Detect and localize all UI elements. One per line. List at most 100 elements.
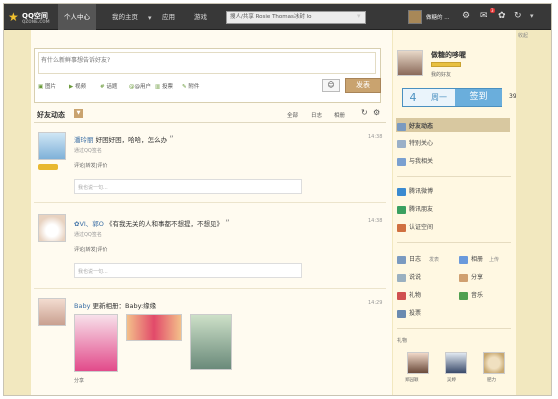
divider <box>397 328 511 329</box>
comment-input[interactable]: 我也说一句... <box>74 179 302 194</box>
post-avatar[interactable] <box>38 214 66 242</box>
top-navigation-bar: ★ QQ空间 QZONE.COM 个人中心 我的主页 ▾ 应用 游戏 搜人/共享… <box>4 4 551 30</box>
post-time: 14:29 <box>368 300 383 306</box>
topic-icon: # <box>100 84 105 90</box>
nav-apps[interactable]: 应用 <box>156 4 181 30</box>
settings-icon[interactable]: ⚙ <box>462 11 470 21</box>
gift-friend-name[interactable]: 郑园颖 <box>405 377 419 383</box>
post-author[interactable]: 潘玲丽 <box>74 136 94 144</box>
post-source: 通过QQ签名 <box>74 232 102 238</box>
post-avatar[interactable] <box>38 132 66 160</box>
post-source: 通过QQ签名 <box>74 148 102 154</box>
refresh-icon[interactable]: ↻ <box>514 11 522 21</box>
publish-button[interactable]: 发表 <box>345 78 381 93</box>
tool-topic[interactable]: # 话题 <box>100 82 117 90</box>
gift-icon <box>397 291 406 300</box>
care-icon <box>397 139 406 148</box>
my-friends-link[interactable]: 我的好友 <box>431 71 451 78</box>
post-share[interactable]: 分享 <box>74 377 84 384</box>
tool-video[interactable]: ▶ 视频 <box>69 82 86 90</box>
calendar-day: 4 <box>409 91 417 104</box>
gift-friend-avatar[interactable] <box>483 352 505 374</box>
verified-icon <box>397 223 406 232</box>
menu-special-care[interactable]: 特别关心 <box>397 138 433 148</box>
top-user-name[interactable]: 做糖的 ... <box>426 13 450 21</box>
user-avatar-small[interactable] <box>408 10 422 24</box>
album-icon <box>459 255 468 264</box>
app-blog[interactable]: 日志 发表 <box>397 254 439 264</box>
nav-personal-center[interactable]: 个人中心 <box>58 4 96 30</box>
gift-friend-name[interactable]: 吴婷 <box>447 377 456 383</box>
filter-album[interactable]: 相册 <box>334 111 345 119</box>
profile-name[interactable]: 做糖的哆喔 <box>431 50 466 60</box>
search-dropdown-icon[interactable]: ▾ <box>357 12 361 20</box>
emoticon-button[interactable]: ☺ <box>322 79 340 92</box>
status-input[interactable] <box>38 52 376 74</box>
app-share[interactable]: 分享 <box>459 272 483 282</box>
collapse-button[interactable]: 收起 <box>518 32 528 39</box>
gift-friend-name[interactable]: 肥力 <box>487 377 496 383</box>
filter-blog[interactable]: 日志 <box>311 111 322 119</box>
tool-vote[interactable]: ▥ 投票 <box>155 82 173 90</box>
qzone-logo[interactable]: ★ QQ空间 QZONE.COM <box>8 10 56 26</box>
app-album[interactable]: 相册 上传 <box>459 254 499 264</box>
weibo-icon <box>397 187 406 196</box>
post-time: 14:38 <box>368 134 383 140</box>
video-icon: ▶ <box>69 84 74 90</box>
app-shuoshuo[interactable]: 说说 <box>397 272 421 282</box>
menu-friend-feed[interactable]: 好友动态 <box>396 118 510 132</box>
feed-settings-icon[interactable]: ⚙ <box>373 108 380 117</box>
mail-count-badge: 3 <box>490 8 495 13</box>
nav-my-homepage[interactable]: 我的主页 <box>106 4 144 30</box>
side-strip: 收起 <box>516 30 551 395</box>
photo-icon: ▣ <box>38 84 44 90</box>
publish-box <box>34 48 381 103</box>
divider <box>34 122 386 123</box>
tool-photo[interactable]: ▣ 图片 <box>38 82 56 90</box>
friends-icon <box>397 205 406 214</box>
mail-icon[interactable]: ✉ <box>480 11 488 21</box>
gifts-title: 礼物 <box>397 338 408 344</box>
album-photo[interactable] <box>74 314 118 372</box>
comment-input[interactable]: 我也说一句... <box>74 263 302 278</box>
search-input[interactable]: 搜人/共享 Rosie Thomas冰封 lo <box>226 11 366 24</box>
post-actions[interactable]: 评论|转发|评价 <box>74 162 107 169</box>
more-dropdown-icon[interactable]: ▾ <box>530 12 534 20</box>
profile-avatar[interactable] <box>397 50 423 76</box>
share-icon <box>459 273 468 282</box>
post-avatar[interactable] <box>38 298 66 326</box>
feed-filter-dropdown-icon[interactable]: ▼ <box>74 109 83 118</box>
tool-attachment[interactable]: ✎ 附件 <box>182 82 199 90</box>
apps-icon[interactable]: ✿ <box>498 11 506 21</box>
post-author[interactable]: Baby <box>74 302 90 310</box>
gift-friend-avatar[interactable] <box>445 352 467 374</box>
menu-related[interactable]: 与我相关 <box>397 156 433 166</box>
post-text: 潘玲丽 好困好困，哈哈，怎么办 ” <box>74 135 174 145</box>
post-actions[interactable]: 评论|转发|评价 <box>74 246 107 253</box>
feed-refresh-icon[interactable]: ↻ <box>361 108 368 117</box>
divider <box>34 288 386 289</box>
sign-in-calendar: 4 周一 签到 <box>402 88 502 107</box>
filter-all[interactable]: 全部 <box>287 111 298 119</box>
homepage-dropdown-icon[interactable]: ▾ <box>148 14 152 22</box>
nav-games[interactable]: 游戏 <box>188 4 213 30</box>
music-icon <box>459 291 468 300</box>
album-photo[interactable] <box>190 314 232 370</box>
menu-tencent-friends[interactable]: 腾讯朋友 <box>397 204 433 214</box>
gift-friend-avatar[interactable] <box>407 352 429 374</box>
tool-mention[interactable]: @@用户 <box>129 82 151 90</box>
menu-verified-space[interactable]: 认证空间 <box>397 222 433 232</box>
feed-icon <box>397 122 406 131</box>
app-vote[interactable]: 投票 <box>397 308 421 318</box>
menu-tencent-weibo[interactable]: 腾讯微博 <box>397 186 433 196</box>
shuoshuo-icon <box>397 273 406 282</box>
album-photo[interactable] <box>126 314 182 341</box>
sign-in-button[interactable]: 签到 <box>455 89 502 106</box>
app-music[interactable]: 音乐 <box>459 290 483 300</box>
post-author[interactable]: ✿VI、郭O <box>74 220 104 228</box>
post-time: 14:38 <box>368 218 383 224</box>
app-gift[interactable]: 礼物 <box>397 290 421 300</box>
feed-title: 好友动态 <box>37 111 65 119</box>
divider <box>397 176 511 177</box>
related-icon <box>397 157 406 166</box>
